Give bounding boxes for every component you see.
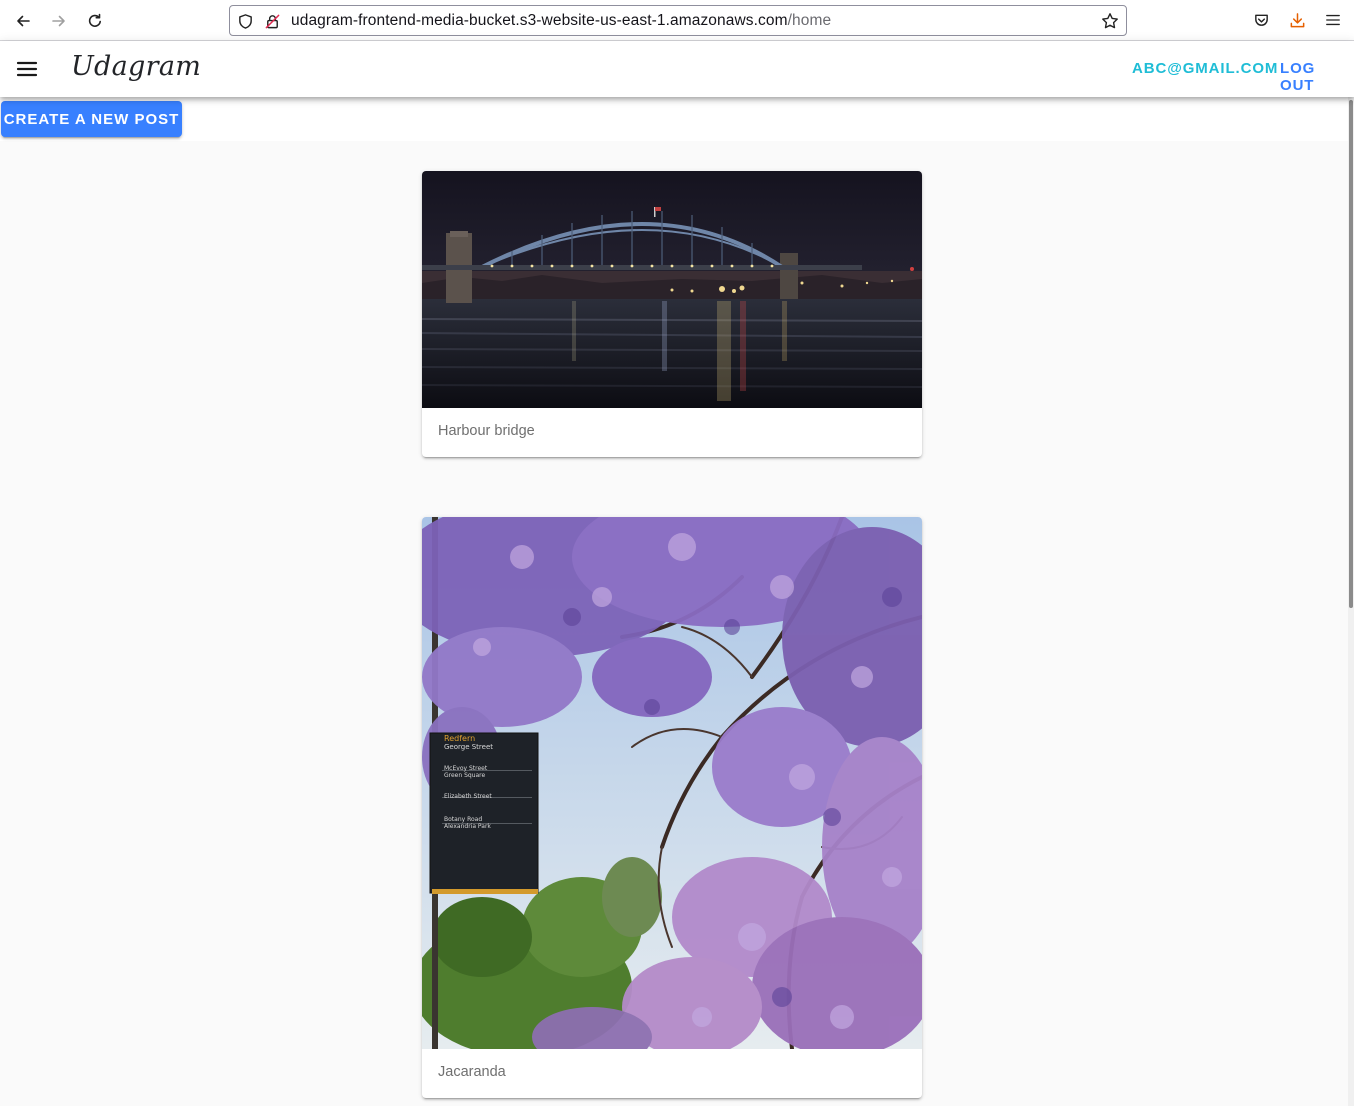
app-brand[interactable]: Udagram [71, 51, 201, 82]
sign-line: Green Square [444, 772, 486, 779]
sign-line: Botany Road [444, 816, 483, 823]
pocket-icon[interactable] [1251, 10, 1271, 30]
logout-button[interactable]: LOG OUT [1280, 60, 1354, 94]
sign-title: Redfern [444, 734, 476, 743]
create-post-button[interactable]: CREATE A NEW POST [1, 101, 182, 137]
url-path: /home [787, 12, 832, 29]
lock-insecure-icon[interactable] [263, 12, 281, 30]
sign-line: Alexandria Park [444, 823, 491, 830]
sign-line: McEvoy Street [444, 765, 488, 772]
bookmark-star-icon[interactable] [1101, 12, 1119, 30]
browser-toolbar: udagram-frontend-media-bucket.s3-website… [0, 0, 1354, 41]
sign-line: Elizabeth Street [444, 793, 492, 800]
app-header: Udagram ABC@GMAIL.COM LOG OUT [0, 41, 1354, 97]
back-button[interactable] [10, 8, 36, 34]
post-image [422, 171, 922, 408]
shield-icon[interactable] [236, 12, 254, 30]
side-menu-button[interactable] [12, 54, 42, 84]
menu-icon [16, 61, 38, 77]
feed-post-card: Harbour bridge [422, 171, 922, 457]
page-scrollbar-thumb[interactable] [1349, 100, 1353, 608]
url-bar[interactable]: udagram-frontend-media-bucket.s3-website… [229, 5, 1127, 36]
reload-button[interactable] [82, 8, 108, 34]
reload-icon [88, 13, 101, 27]
download-icon[interactable] [1287, 10, 1307, 30]
forward-button[interactable] [46, 8, 72, 34]
street-sign: Redfern George Street McEvoy Street Gree… [444, 734, 534, 830]
feed-post-card: Redfern George Street McEvoy Street Gree… [422, 517, 922, 1098]
action-bar [0, 97, 1348, 141]
back-arrow-icon [17, 15, 30, 27]
post-caption: Jacaranda [438, 1064, 506, 1080]
url-text[interactable]: udagram-frontend-media-bucket.s3-website… [291, 12, 831, 30]
user-email-button[interactable]: ABC@GMAIL.COM [1132, 60, 1278, 77]
sign-subtitle: George Street [444, 743, 494, 751]
hamburger-menu-icon[interactable] [1323, 10, 1343, 30]
url-host: udagram-frontend-media-bucket.s3-website… [291, 12, 788, 29]
post-caption: Harbour bridge [438, 423, 535, 439]
forward-arrow-icon [52, 15, 65, 27]
